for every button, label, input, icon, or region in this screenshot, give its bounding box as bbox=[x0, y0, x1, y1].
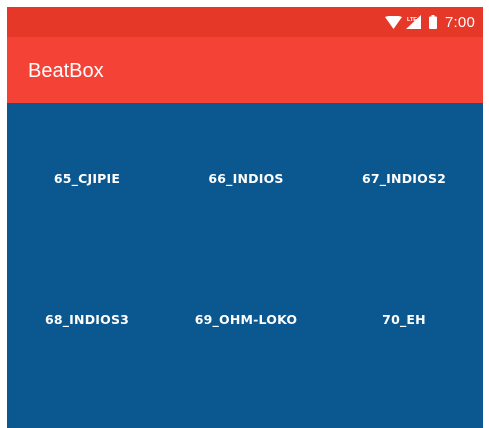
sound-button-70-eh[interactable]: 70_EH bbox=[325, 283, 483, 355]
device-frame: LTE 7:00 BeatBox 65_CJIPIE 66_INDIOS 67_… bbox=[0, 0, 489, 428]
sound-grid: 65_CJIPIE 66_INDIOS 67_INDIOS2 68_INDIOS… bbox=[7, 103, 483, 428]
status-time: 7:00 bbox=[445, 13, 475, 31]
wifi-icon bbox=[385, 15, 402, 29]
sound-button-65-cjipie[interactable]: 65_CJIPIE bbox=[8, 142, 166, 214]
app-bar: BeatBox bbox=[7, 37, 483, 103]
sound-button-68-indios3[interactable]: 68_INDIOS3 bbox=[8, 283, 166, 355]
sound-button-69-ohm-loko[interactable]: 69_OHM-LOKO bbox=[167, 283, 325, 355]
status-icons: LTE 7:00 bbox=[385, 7, 475, 37]
signal-icon: LTE bbox=[406, 15, 421, 29]
sound-button-67-indios2[interactable]: 67_INDIOS2 bbox=[325, 142, 483, 214]
sound-button-66-indios[interactable]: 66_INDIOS bbox=[167, 142, 325, 214]
network-type-label: LTE bbox=[407, 17, 417, 23]
app-title: BeatBox bbox=[28, 60, 104, 82]
battery-icon bbox=[429, 15, 437, 29]
screen: LTE 7:00 BeatBox 65_CJIPIE 66_INDIOS 67_… bbox=[7, 7, 483, 428]
status-bar: LTE 7:00 bbox=[7, 7, 483, 37]
